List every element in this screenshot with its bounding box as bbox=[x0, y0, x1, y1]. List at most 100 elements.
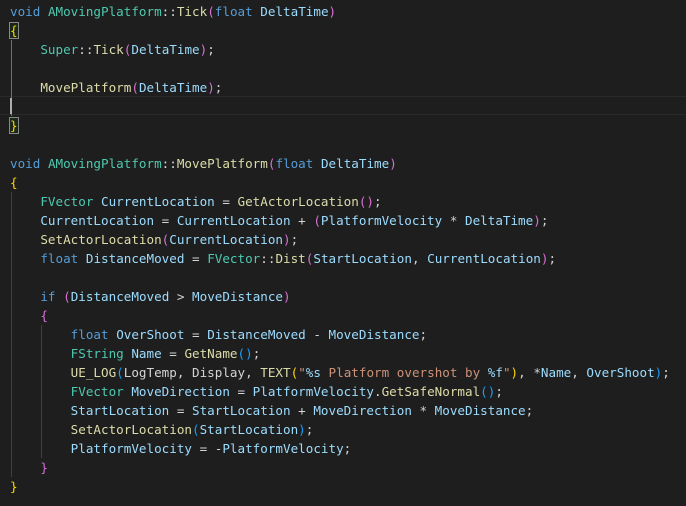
code-token: GetActorLocation bbox=[237, 194, 359, 209]
code-token: = bbox=[192, 441, 215, 456]
code-line-17[interactable]: { bbox=[10, 306, 48, 325]
code-token: ) bbox=[510, 365, 519, 380]
code-line-11[interactable]: FVector CurrentLocation = GetActorLocati… bbox=[10, 192, 382, 211]
code-token: * bbox=[411, 403, 435, 418]
code-token: ; bbox=[548, 251, 557, 266]
code-token: StartLocation bbox=[313, 251, 412, 266]
code-token: ; bbox=[540, 213, 549, 228]
code-token: float bbox=[40, 251, 79, 266]
code-token: %s bbox=[305, 365, 321, 380]
code-token: Name bbox=[540, 365, 572, 380]
code-token: = bbox=[169, 403, 192, 418]
code-token: " bbox=[502, 365, 511, 380]
code-token: PlatformVelocity bbox=[320, 213, 443, 228]
code-token: () bbox=[237, 346, 253, 361]
code-token: () bbox=[358, 194, 374, 209]
code-token: DistanceMoved bbox=[207, 327, 306, 342]
code-token: , bbox=[245, 365, 261, 380]
code-token: , bbox=[571, 365, 587, 380]
code-line-13[interactable]: SetActorLocation(CurrentLocation); bbox=[10, 230, 298, 249]
code-line-14[interactable]: float DistanceMoved = FVector::Dist(Star… bbox=[10, 249, 556, 268]
code-token: AMovingPlatform bbox=[47, 4, 162, 19]
code-token: Tick bbox=[93, 42, 124, 57]
code-line-7[interactable]: } bbox=[9, 116, 19, 135]
code-token: FVector bbox=[70, 384, 124, 399]
code-token: MovePlatform bbox=[40, 80, 132, 95]
code-token: ; bbox=[495, 384, 503, 399]
code-token: MoveDirection bbox=[131, 384, 230, 399]
code-line-1[interactable]: void AMovingPlatform::Tick(float DeltaTi… bbox=[10, 2, 336, 21]
code-token: Dist bbox=[275, 251, 306, 266]
code-line-24[interactable]: PlatformVelocity = -PlatformVelocity; bbox=[10, 439, 352, 458]
code-line-25[interactable]: } bbox=[10, 458, 48, 477]
code-token: %f bbox=[487, 365, 503, 380]
code-token: DistanceMoved bbox=[85, 251, 185, 266]
current-line-highlight bbox=[0, 96, 686, 115]
code-token: CurrentLocation bbox=[40, 213, 155, 228]
code-editor[interactable]: void AMovingPlatform::Tick(float DeltaTi… bbox=[0, 0, 686, 506]
code-token: CurrentLocation bbox=[427, 251, 541, 266]
code-token: ( bbox=[63, 289, 71, 304]
code-token: FVector bbox=[207, 251, 261, 266]
code-token: AMovingPlatform bbox=[47, 156, 162, 171]
code-token: ) bbox=[389, 156, 397, 171]
code-token: ; bbox=[374, 194, 382, 209]
code-token: PlatformVelocity bbox=[252, 384, 374, 399]
code-token: GetSafeNormal bbox=[381, 384, 481, 399]
code-token: { bbox=[9, 22, 19, 39]
code-token: * bbox=[442, 213, 465, 228]
code-token: = bbox=[229, 384, 253, 399]
code-line-10[interactable]: { bbox=[10, 173, 18, 192]
code-line-21[interactable]: FVector MoveDirection = PlatformVelocity… bbox=[10, 382, 503, 401]
code-token: ; bbox=[343, 441, 352, 456]
code-token: = bbox=[184, 327, 208, 342]
code-line-22[interactable]: StartLocation = StartLocation + MoveDire… bbox=[10, 401, 534, 420]
code-token: void bbox=[10, 156, 41, 171]
code-token: ) bbox=[283, 232, 291, 247]
code-line-3[interactable]: Super::Tick(DeltaTime); bbox=[10, 40, 214, 59]
code-token: UE_LOG bbox=[70, 365, 117, 380]
code-token: > bbox=[169, 289, 193, 304]
code-line-18[interactable]: float OverShoot = DistanceMoved - MoveDi… bbox=[10, 325, 427, 344]
code-token: ( bbox=[207, 4, 215, 19]
code-token: float bbox=[214, 4, 253, 19]
code-line-20[interactable]: UE_LOG(LogTemp, Display, TEXT("%s Platfo… bbox=[10, 363, 670, 382]
code-line-23[interactable]: SetActorLocation(StartLocation); bbox=[10, 420, 314, 439]
code-line-5[interactable]: MovePlatform(DeltaTime); bbox=[10, 78, 222, 97]
code-line-26[interactable]: } bbox=[10, 477, 18, 496]
code-line-12[interactable]: CurrentLocation = CurrentLocation + (Pla… bbox=[10, 211, 548, 230]
code-token: CurrentLocation bbox=[169, 232, 283, 247]
code-token: CurrentLocation bbox=[176, 213, 291, 228]
code-token: ; bbox=[252, 346, 261, 361]
code-token: TEXT bbox=[260, 365, 291, 380]
code-line-19[interactable]: FString Name = GetName(); bbox=[10, 344, 261, 363]
code-line-9[interactable]: void AMovingPlatform::MovePlatform(float… bbox=[10, 154, 397, 173]
code-token: OverShoot bbox=[116, 327, 185, 342]
code-token: { bbox=[10, 175, 18, 190]
code-token: float bbox=[275, 156, 314, 171]
code-token: ( bbox=[192, 422, 200, 437]
code-token: DeltaTime bbox=[260, 4, 329, 19]
code-token: } bbox=[9, 117, 19, 134]
code-token: :: bbox=[161, 156, 177, 171]
code-token: StartLocation bbox=[192, 403, 291, 418]
code-token: SetActorLocation bbox=[40, 232, 162, 247]
code-token: void bbox=[10, 4, 41, 19]
code-token: Super bbox=[40, 42, 79, 57]
code-line-16[interactable]: if (DistanceMoved > MoveDistance) bbox=[10, 287, 290, 306]
code-token: Platform overshot by bbox=[320, 365, 488, 380]
code-line-2[interactable]: { bbox=[9, 21, 19, 40]
code-token: , bbox=[411, 251, 428, 266]
code-token: * bbox=[533, 365, 541, 380]
code-token: = bbox=[214, 194, 238, 209]
